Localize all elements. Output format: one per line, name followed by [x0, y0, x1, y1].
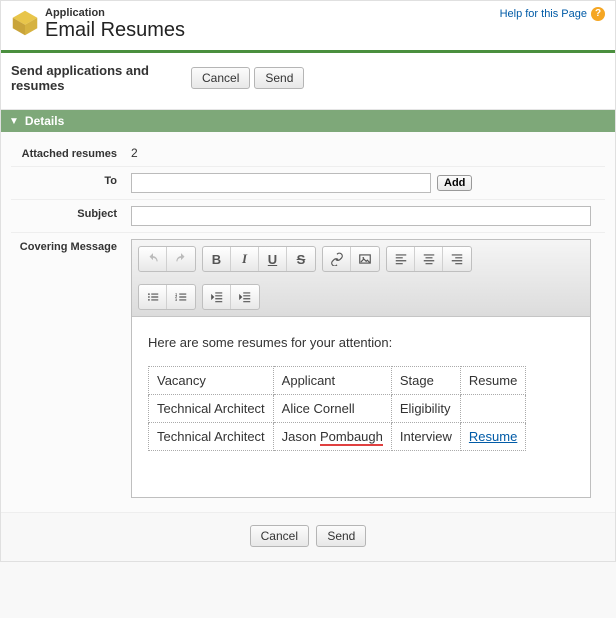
resume-table: VacancyApplicantStageResumeTechnical Arc… — [148, 366, 526, 451]
page-container: Application Email Resumes Help for this … — [0, 0, 616, 562]
bullet-list-icon — [146, 290, 160, 304]
editor-intro: Here are some resumes for your attention… — [148, 335, 574, 350]
bullet-list-button[interactable] — [139, 285, 167, 309]
details-header[interactable]: ▼ Details — [1, 110, 615, 132]
outdent-icon — [210, 290, 224, 304]
application-label: Application — [45, 7, 185, 19]
stage-cell: Eligibility — [391, 395, 460, 423]
subject-input[interactable] — [131, 206, 591, 226]
bottom-actions: Cancel Send — [1, 512, 615, 561]
table-header-cell: Vacancy — [149, 367, 274, 395]
rich-text-editor: B I U S — [131, 239, 591, 498]
collapse-icon: ▼ — [9, 116, 19, 127]
form-area: Attached resumes 2 To Add Subject Coveri… — [1, 132, 615, 512]
attached-value: 2 — [131, 146, 605, 160]
covering-label: Covering Message — [11, 239, 131, 253]
page-header: Application Email Resumes Help for this … — [1, 1, 615, 50]
header-text: Application Email Resumes — [45, 7, 185, 42]
page-title: Email Resumes — [45, 19, 185, 42]
to-input[interactable] — [131, 173, 431, 193]
link-icon — [330, 252, 344, 266]
applicant-cell: Alice Cornell — [273, 395, 391, 423]
help-icon: ? — [591, 7, 605, 21]
send-button[interactable]: Send — [254, 67, 304, 89]
number-list-button[interactable]: 123 — [167, 285, 195, 309]
align-center-icon — [422, 252, 436, 266]
align-right-button[interactable] — [443, 247, 471, 271]
indent-icon — [238, 290, 252, 304]
cancel-button[interactable]: Cancel — [191, 67, 250, 89]
table-row: Technical ArchitectJason PombaughIntervi… — [149, 423, 526, 451]
editor-body[interactable]: Here are some resumes for your attention… — [132, 317, 590, 497]
resume-cell: Resume — [460, 423, 525, 451]
vacancy-cell: Technical Architect — [149, 423, 274, 451]
underline-button[interactable]: U — [259, 247, 287, 271]
resume-link[interactable]: Resume — [469, 429, 517, 444]
covering-row: Covering Message B — [11, 233, 605, 504]
table-header-cell: Stage — [391, 367, 460, 395]
redo-icon — [174, 252, 188, 266]
indent-button[interactable] — [231, 285, 259, 309]
section-title: Send applications and resumes — [11, 63, 191, 93]
attached-label: Attached resumes — [11, 146, 131, 160]
send-button-bottom[interactable]: Send — [316, 525, 366, 547]
image-button[interactable] — [351, 247, 379, 271]
undo-button[interactable] — [139, 247, 167, 271]
subject-row: Subject — [11, 200, 605, 233]
editor-toolbar: B I U S — [132, 240, 590, 317]
table-header-cell: Applicant — [273, 367, 391, 395]
table-header-row: VacancyApplicantStageResume — [149, 367, 526, 395]
table-header-cell: Resume — [460, 367, 525, 395]
help-link-text: Help for this Page — [500, 8, 587, 20]
subject-label: Subject — [11, 206, 131, 226]
vacancy-cell: Technical Architect — [149, 395, 274, 423]
bold-button[interactable]: B — [203, 247, 231, 271]
attached-row: Attached resumes 2 — [11, 140, 605, 167]
svg-text:3: 3 — [175, 298, 177, 302]
undo-icon — [146, 252, 160, 266]
align-left-button[interactable] — [387, 247, 415, 271]
image-icon — [358, 252, 372, 266]
resume-cell — [460, 395, 525, 423]
table-row: Technical ArchitectAlice CornellEligibil… — [149, 395, 526, 423]
to-row: To Add — [11, 167, 605, 200]
section-title-row: Send applications and resumes Cancel Sen… — [1, 53, 615, 110]
strike-button[interactable]: S — [287, 247, 315, 271]
italic-button[interactable]: I — [231, 247, 259, 271]
outdent-button[interactable] — [203, 285, 231, 309]
stage-cell: Interview — [391, 423, 460, 451]
add-button[interactable]: Add — [437, 175, 472, 191]
package-icon — [11, 9, 39, 37]
applicant-cell: Jason Pombaugh — [273, 423, 391, 451]
cancel-button-bottom[interactable]: Cancel — [250, 525, 309, 547]
align-right-icon — [450, 252, 464, 266]
to-label: To — [11, 173, 131, 193]
details-header-text: Details — [25, 114, 64, 128]
align-left-icon — [394, 252, 408, 266]
help-link[interactable]: Help for this Page ? — [500, 7, 605, 21]
align-center-button[interactable] — [415, 247, 443, 271]
redo-button[interactable] — [167, 247, 195, 271]
number-list-icon: 123 — [174, 290, 188, 304]
link-button[interactable] — [323, 247, 351, 271]
